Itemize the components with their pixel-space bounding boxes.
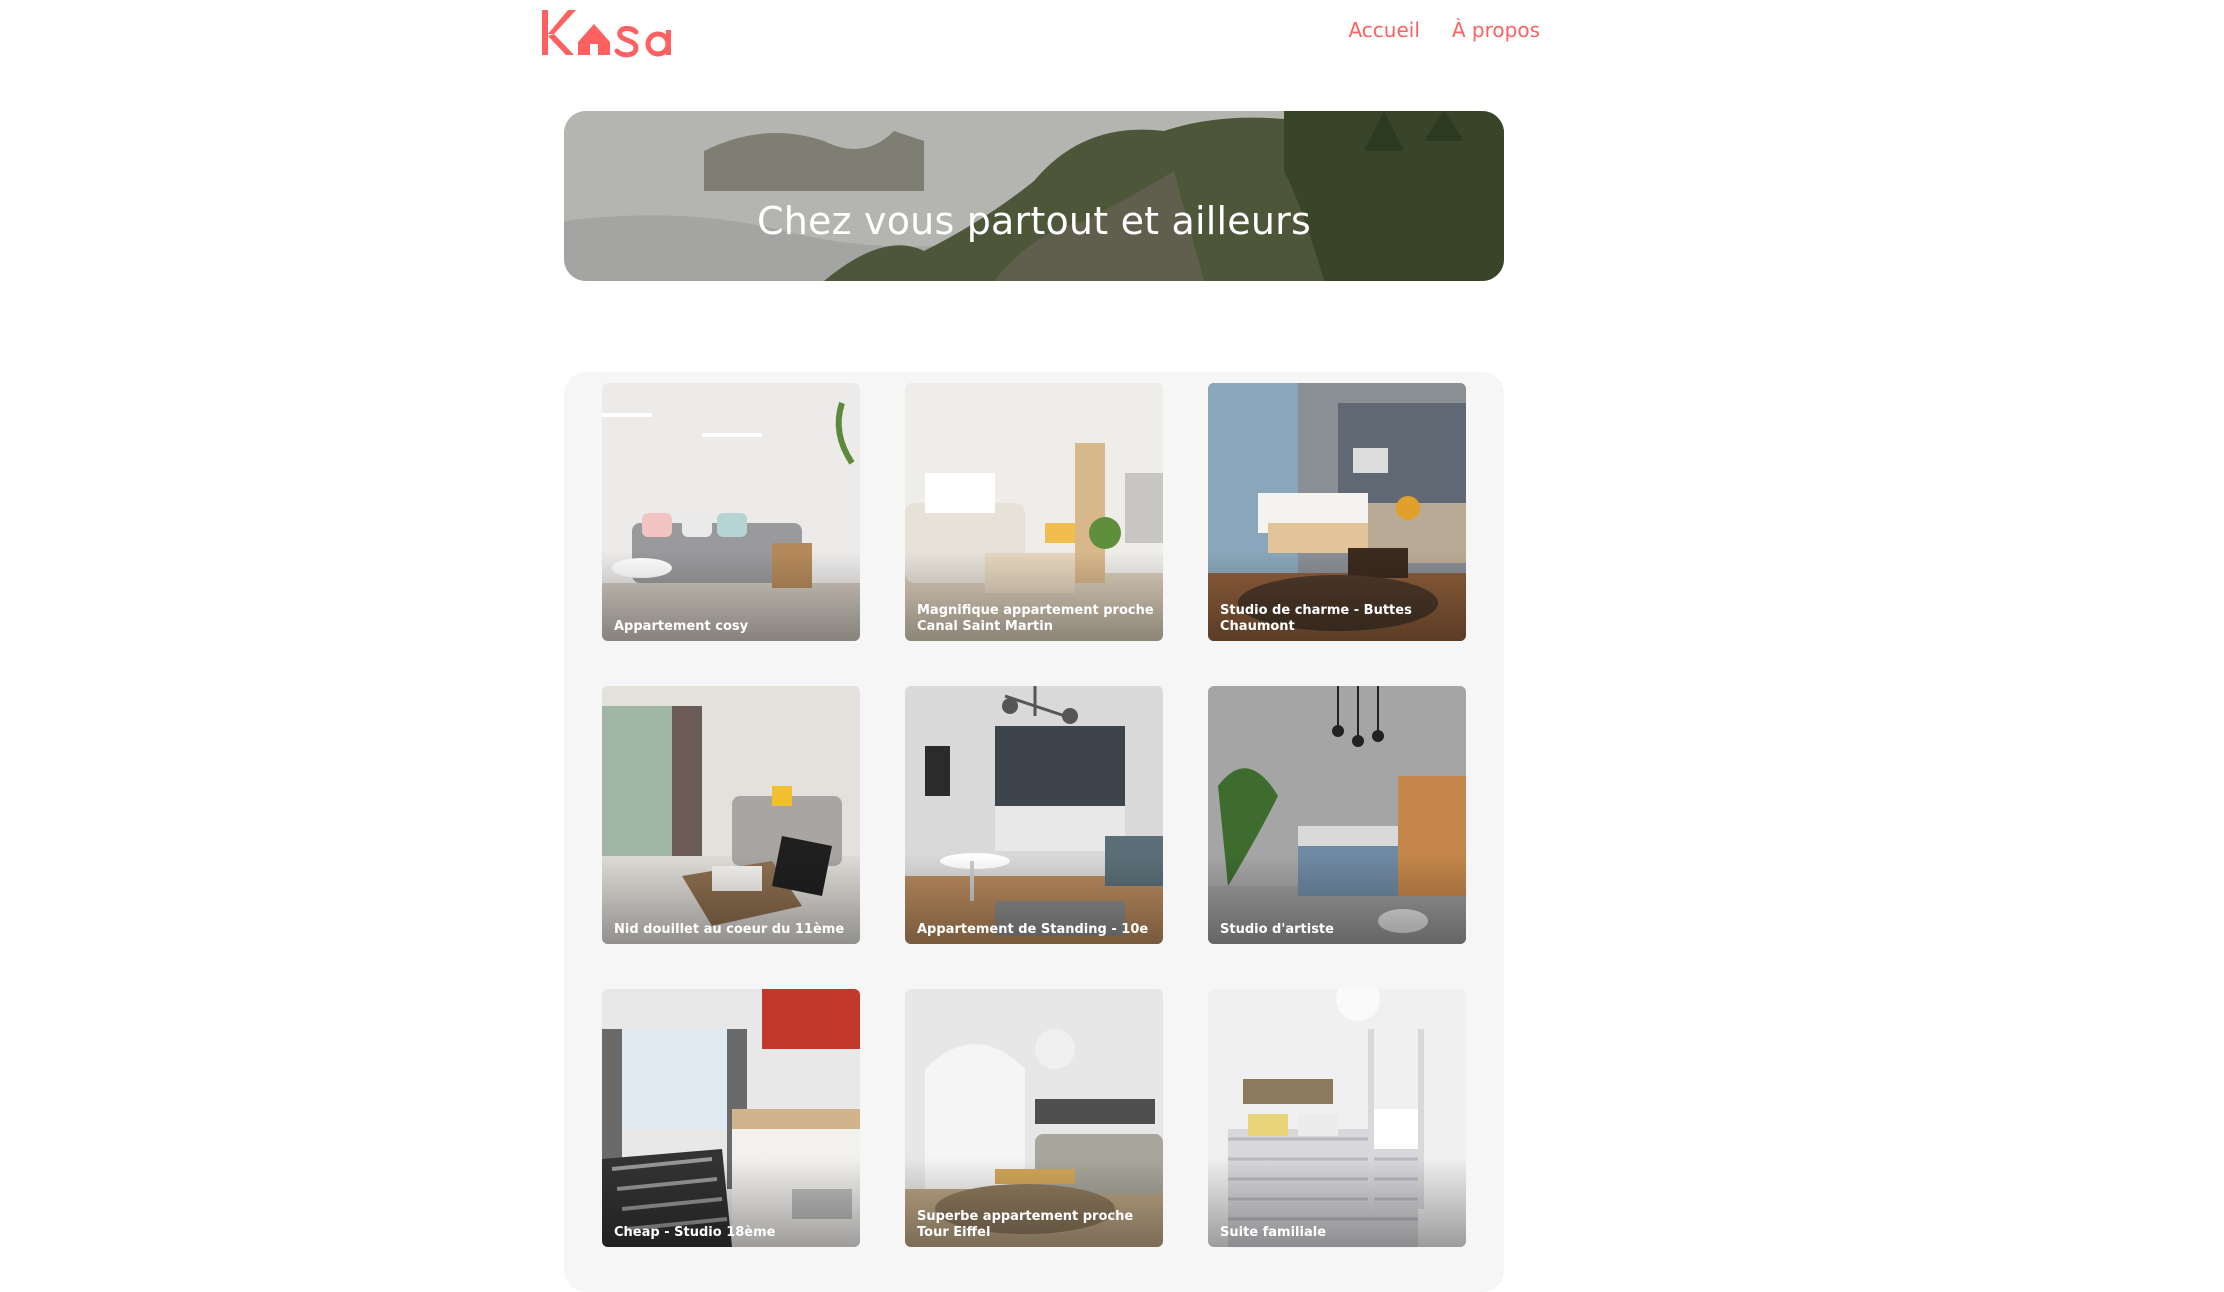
listing-card[interactable]: Magnifique appartement proche Canal Sain…: [905, 383, 1163, 641]
listing-title: Appartement de Standing - 10e: [917, 922, 1149, 937]
listing-title: Appartement cosy: [614, 619, 749, 634]
banner-title: Chez vous partout et ailleurs: [757, 199, 1311, 244]
listing-card[interactable]: Suite familiale: [1208, 989, 1466, 1247]
listing-card[interactable]: Appartement de Standing - 10e: [905, 686, 1163, 944]
banner-overlay: [564, 111, 1504, 281]
listing-card[interactable]: Nid douillet au coeur du 11ème: [602, 686, 860, 944]
hero-banner: Chez vous partout et ailleurs: [564, 111, 1504, 281]
listing-title: Studio de charme - Buttes Chaumont: [1220, 603, 1412, 634]
listing-title: Superbe appartement proche Tour Eiffel: [917, 1209, 1134, 1240]
listing-title: Magnifique appartement proche Canal Sain…: [917, 603, 1154, 634]
listing-title: Suite familiale: [1220, 1225, 1327, 1240]
listing-title: Nid douillet au coeur du 11ème: [614, 922, 845, 937]
listing-card[interactable]: Superbe appartement proche Tour Eiffel: [905, 989, 1163, 1247]
listings-gallery: Appartement cosy Magnifique appartement …: [564, 372, 1504, 1292]
nav-link-a-propos[interactable]: À propos: [1452, 18, 1540, 42]
listing-card[interactable]: Studio d'artiste: [1208, 686, 1466, 944]
listing-card[interactable]: Cheap - Studio 18ème: [602, 989, 860, 1247]
nav-link-accueil[interactable]: Accueil: [1348, 18, 1419, 42]
listing-title: Cheap - Studio 18ème: [614, 1225, 776, 1240]
listing-card[interactable]: Studio de charme - Buttes Chaumont: [1208, 383, 1466, 641]
kasa-logo[interactable]: [540, 2, 690, 62]
listing-card[interactable]: Appartement cosy: [602, 383, 860, 641]
main-nav: Accueil À propos: [1348, 18, 1540, 42]
listing-title: Studio d'artiste: [1220, 922, 1334, 937]
site-header: Accueil À propos: [540, 0, 1540, 70]
